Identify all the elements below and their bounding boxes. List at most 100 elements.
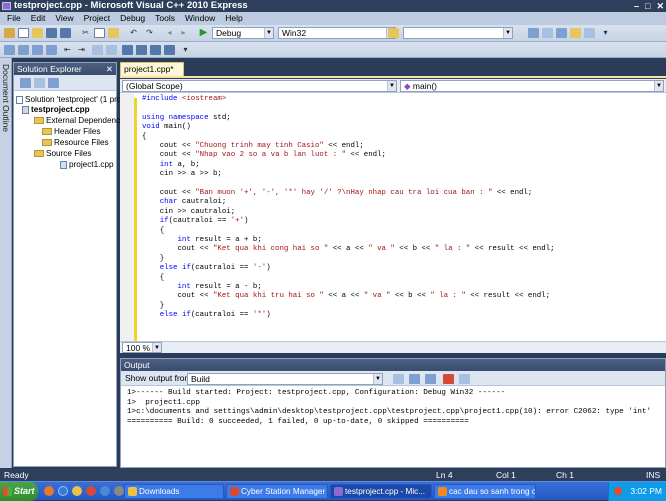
app-icon: [230, 487, 239, 496]
navigate-back-icon[interactable]: ◂: [164, 28, 175, 38]
maximize-button[interactable]: □: [645, 0, 650, 12]
clear-all-icon[interactable]: [443, 374, 454, 384]
tree-item-header-files[interactable]: Header Files: [42, 127, 100, 137]
folder-icon: [34, 117, 44, 125]
show-all-files-icon[interactable]: [34, 78, 45, 88]
scope-dropdown[interactable]: (Global Scope) ▼: [122, 80, 397, 92]
internet-explorer-icon[interactable]: [58, 486, 68, 496]
taskbar-item-downloads[interactable]: Downloads: [124, 484, 224, 499]
properties-icon[interactable]: [20, 78, 31, 88]
taskbar-item-browser[interactable]: cac dau so sanh trong c...: [434, 484, 536, 499]
configuration-dropdown[interactable]: Debug ▼: [212, 27, 274, 39]
toolbar2-options-icon[interactable]: ▾: [180, 45, 191, 55]
minimize-button[interactable]: –: [634, 0, 639, 12]
properties-icon[interactable]: [542, 28, 553, 38]
tab-project1-cpp[interactable]: project1.cpp* ✕: [120, 62, 184, 87]
tab-strip-underline: [120, 76, 666, 78]
taskbar-item-label: testproject.cpp - Mic...: [345, 487, 426, 496]
open-file-icon[interactable]: [32, 28, 43, 38]
toggle-bookmark-icon[interactable]: [122, 45, 133, 55]
complete-word-icon[interactable]: [46, 45, 57, 55]
app-quicklaunch-icon[interactable]: [86, 486, 96, 496]
menu-file[interactable]: File: [2, 12, 26, 25]
navigate-forward-icon[interactable]: ▸: [178, 28, 189, 38]
increase-indent-icon[interactable]: ⇥: [76, 45, 87, 55]
tree-item-project1-cpp[interactable]: project1.cpp: [60, 160, 114, 170]
status-line: Ln 4: [436, 470, 453, 480]
find-in-files-icon[interactable]: [388, 28, 399, 38]
find-combo[interactable]: ▼: [403, 27, 513, 39]
close-button[interactable]: ✕: [656, 0, 664, 12]
previous-message-icon[interactable]: [409, 374, 420, 384]
object-browser-icon[interactable]: [556, 28, 567, 38]
quicklaunch-more-icon[interactable]: [114, 486, 124, 496]
side-tab-strip: Document Outline: [0, 58, 12, 468]
status-ready: Ready: [4, 470, 29, 480]
code-line: else if(cautraloi == '-'): [159, 264, 271, 273]
menu-project[interactable]: Project: [79, 12, 115, 25]
refresh-icon[interactable]: [48, 78, 59, 88]
add-item-icon[interactable]: [18, 28, 29, 38]
toolbox-icon[interactable]: [570, 28, 581, 38]
tree-item-project[interactable]: testproject.cpp: [22, 105, 90, 115]
save-all-icon[interactable]: [60, 28, 71, 38]
show-output-from-label: Show output from:: [125, 373, 194, 383]
code-line: cin >> cautraloi;: [142, 207, 236, 216]
firefox-icon: [438, 487, 447, 496]
redo-icon[interactable]: ↷: [144, 28, 155, 38]
extension-manager-icon[interactable]: [584, 28, 595, 38]
start-debugging-icon[interactable]: ▶: [198, 28, 209, 38]
next-bookmark-icon[interactable]: [150, 45, 161, 55]
output-line: 1> project1.cpp: [127, 398, 200, 407]
output-line: ========== Build: 0 succeeded, 1 failed,…: [127, 417, 469, 426]
firefox-icon[interactable]: [44, 486, 54, 496]
tree-item-solution[interactable]: Solution 'testproject' (1 project): [16, 95, 137, 105]
new-project-icon[interactable]: [4, 28, 15, 38]
code-line: {: [142, 273, 165, 282]
taskbar-item-visual-studio[interactable]: testproject.cpp - Mic...: [330, 484, 432, 499]
output-source-dropdown[interactable]: Build ▼: [187, 373, 383, 385]
tree-item-resource-files[interactable]: Resource Files: [42, 138, 109, 148]
menu-help[interactable]: Help: [220, 12, 247, 25]
output-line: 1>c:\documents and settings\admin\deskto…: [127, 408, 652, 417]
menu-debug[interactable]: Debug: [115, 12, 150, 25]
word-wrap-icon[interactable]: [459, 374, 470, 384]
code-area[interactable]: #include <iostream> using namespace std; v…: [120, 93, 666, 341]
media-icon[interactable]: [100, 486, 110, 496]
start-button[interactable]: Start: [0, 482, 38, 501]
document-outline-tab[interactable]: Document Outline: [1, 64, 11, 184]
member-value: main(): [412, 81, 438, 91]
solution-explorer-icon[interactable]: [528, 28, 539, 38]
explorer-icon[interactable]: [72, 486, 82, 496]
quick-info-icon[interactable]: [32, 45, 43, 55]
uncomment-lines-icon[interactable]: [106, 45, 117, 55]
save-icon[interactable]: [46, 28, 57, 38]
cut-icon[interactable]: ✂: [80, 28, 91, 38]
comment-lines-icon[interactable]: [92, 45, 103, 55]
previous-bookmark-icon[interactable]: [136, 45, 147, 55]
taskbar-item-cyber-station[interactable]: Cyber Station Manager ...: [226, 484, 328, 499]
menu-edit[interactable]: Edit: [26, 12, 51, 25]
next-message-icon[interactable]: [425, 374, 436, 384]
tree-item-source-files[interactable]: Source Files: [34, 149, 92, 159]
display-object-member-list-icon[interactable]: [4, 45, 15, 55]
find-message-icon[interactable]: [393, 374, 404, 384]
tray-app-icon[interactable]: [614, 487, 622, 495]
menu-tools[interactable]: Tools: [150, 12, 180, 25]
undo-icon[interactable]: ↶: [128, 28, 139, 38]
chevron-down-icon: ▼: [654, 81, 663, 91]
clear-bookmarks-icon[interactable]: [164, 45, 175, 55]
decrease-indent-icon[interactable]: ⇤: [62, 45, 73, 55]
parameter-info-icon[interactable]: [18, 45, 29, 55]
menu-window[interactable]: Window: [180, 12, 220, 25]
platform-dropdown[interactable]: Win32 ▼: [278, 27, 396, 39]
title-bar: testproject.cpp - Microsoft Visual C++ 2…: [0, 0, 666, 12]
zoom-dropdown[interactable]: 100 % ▼: [122, 342, 162, 353]
tree-item-external-dependencies[interactable]: External Dependencies: [34, 116, 131, 126]
member-dropdown[interactable]: ◆ main() ▼: [400, 80, 664, 92]
paste-icon[interactable]: [108, 28, 119, 38]
toolbar-options-icon[interactable]: ▾: [600, 28, 611, 38]
copy-icon[interactable]: [94, 28, 105, 38]
close-icon[interactable]: ✕: [106, 63, 113, 75]
menu-view[interactable]: View: [50, 12, 78, 25]
